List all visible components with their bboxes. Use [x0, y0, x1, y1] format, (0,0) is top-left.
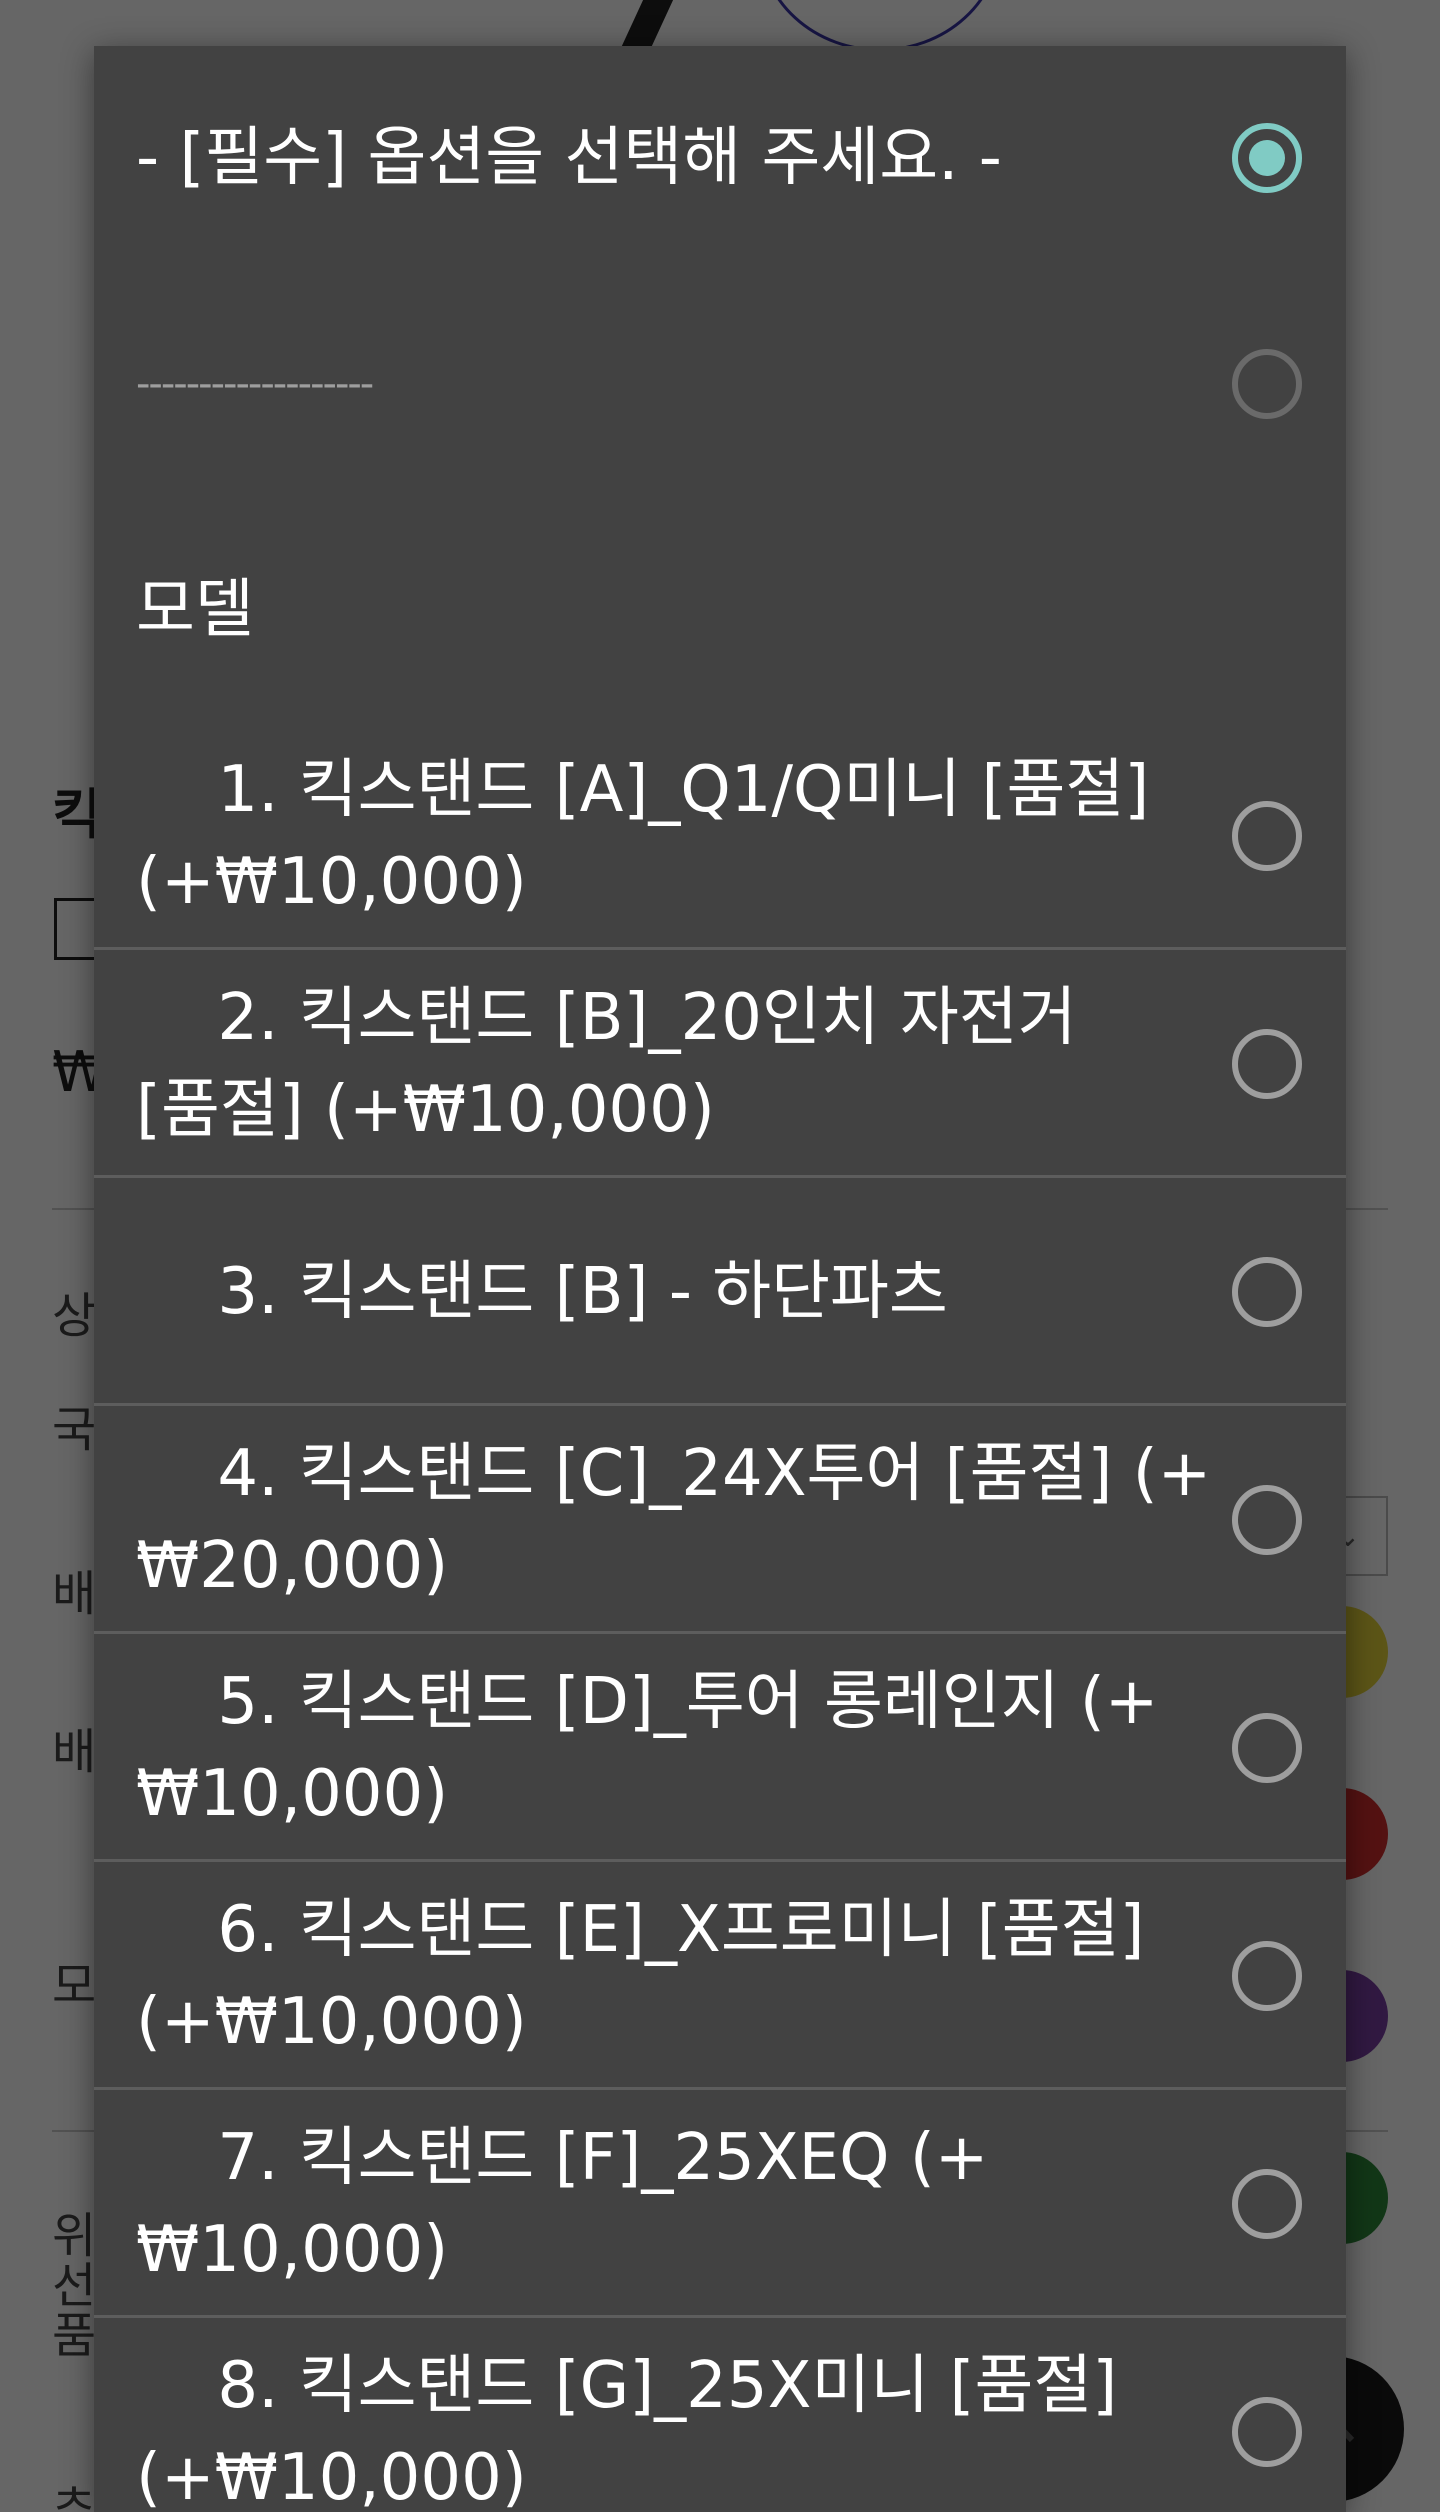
option-item[interactable]: 5. 킥스탠드 [D]_투어 롱레인지 (+₩10,000) [94, 1634, 1346, 1862]
option-item[interactable]: 8. 킥스탠드 [G]_25X미니 [품절] (+₩10,000) [94, 2318, 1346, 2512]
option-label: 2. 킥스탠드 [B]_20인치 자전거 [품절] (+₩10,000) [136, 981, 1098, 1147]
radio-unchecked-icon[interactable] [1232, 1257, 1302, 1327]
option-item[interactable]: 3. 킥스탠드 [B] - 하단파츠 [94, 1178, 1346, 1406]
option-separator[interactable]: ------------------- [94, 270, 1346, 498]
radio-unchecked-icon[interactable] [1232, 2397, 1302, 2467]
option-label: 3. 킥스탠드 [B] - 하단파츠 [136, 1255, 948, 1329]
option-item[interactable]: 4. 킥스탠드 [C]_24X투어 [품절] (+₩20,000) [94, 1406, 1346, 1634]
radio-unchecked-icon[interactable] [1232, 1941, 1302, 2011]
option-label: 1. 킥스탠드 [A]_Q1/Q미니 [품절] (+₩10,000) [136, 753, 1170, 919]
option-item[interactable]: 7. 킥스탠드 [F]_25XEQ (+₩10,000) [94, 2090, 1346, 2318]
option-item[interactable]: 6. 킥스탠드 [E]_X프로미니 [품절] (+₩10,000) [94, 1862, 1346, 2090]
option-label: 6. 킥스탠드 [E]_X프로미니 [품절] (+₩10,000) [136, 1893, 1165, 2059]
option-label: ------------------- [136, 361, 374, 407]
radio-unchecked-icon[interactable] [1232, 801, 1302, 871]
option-label: - [필수] 옵션을 선택해 주세요. - [136, 121, 1002, 195]
radio-unchecked-icon[interactable] [1232, 1713, 1302, 1783]
radio-unchecked-icon[interactable] [1232, 2169, 1302, 2239]
option-item[interactable]: 1. 킥스탠드 [A]_Q1/Q미니 [품절] (+₩10,000) [94, 722, 1346, 950]
option-group-header: 모델 [94, 498, 1346, 722]
radio-checked-icon[interactable] [1232, 123, 1302, 193]
option-picker-dialog: - [필수] 옵션을 선택해 주세요. - ------------------… [94, 46, 1346, 2512]
page: 킥 ₩ 상 국 배 배 모 위 선 품 추 ⌄ - [필수] 옵션을 선택해 주… [0, 0, 1440, 2512]
option-label: 8. 킥스탠드 [G]_25X미니 [품절] (+₩10,000) [136, 2349, 1138, 2512]
group-header-label: 모델 [136, 573, 254, 647]
option-item[interactable]: 2. 킥스탠드 [B]_20인치 자전거 [품절] (+₩10,000) [94, 950, 1346, 1178]
option-label: 7. 킥스탠드 [F]_25XEQ (+₩10,000) [136, 2121, 989, 2287]
radio-unchecked-icon[interactable] [1232, 349, 1302, 419]
radio-unchecked-icon[interactable] [1232, 1029, 1302, 1099]
option-label: 4. 킥스탠드 [C]_24X투어 [품절] (+₩20,000) [136, 1437, 1212, 1603]
radio-unchecked-icon[interactable] [1232, 1485, 1302, 1555]
option-label: 5. 킥스탠드 [D]_투어 롱레인지 (+₩10,000) [136, 1665, 1159, 1831]
option-prompt[interactable]: - [필수] 옵션을 선택해 주세요. - [94, 46, 1346, 270]
